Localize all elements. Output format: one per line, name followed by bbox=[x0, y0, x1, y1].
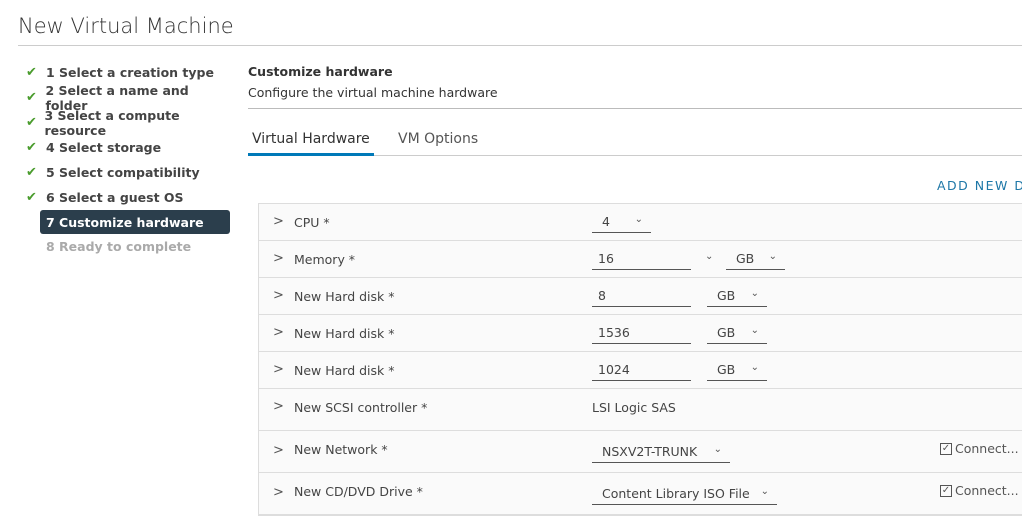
step-3[interactable]: ✔ 3 Select a compute resource bbox=[26, 107, 230, 138]
disk-size-input[interactable]: 1536 bbox=[592, 325, 691, 344]
network-select[interactable]: NSXV2T-TRUNK ⌄ bbox=[592, 444, 730, 463]
step-8: 8 Ready to complete bbox=[26, 234, 230, 259]
disk-size-input[interactable]: 8 bbox=[592, 288, 691, 307]
row-network: > New Network * NSXV2T-TRUNK ⌄ ✓ Connect..… bbox=[259, 431, 1022, 473]
step-label: 8 Ready to complete bbox=[46, 239, 192, 254]
row-memory: > Memory * 16 ⌄ GB ⌄ bbox=[259, 241, 1022, 278]
add-new-device-button[interactable]: ADD NEW D bbox=[937, 178, 1022, 193]
row-hard-disk: > New Hard disk * 1536 GB ⌄ bbox=[259, 315, 1022, 352]
step-4[interactable]: ✔ 4 Select storage bbox=[26, 135, 230, 160]
chevron-right-icon[interactable]: > bbox=[273, 485, 284, 500]
chevron-right-icon[interactable]: > bbox=[273, 251, 284, 266]
step-label: 5 Select compatibility bbox=[46, 165, 200, 180]
scsi-type: LSI Logic SAS bbox=[592, 400, 676, 415]
chevron-down-icon: ⌄ bbox=[750, 325, 759, 336]
check-icon: ✔ bbox=[26, 165, 37, 180]
step-label: 7 Customize hardware bbox=[46, 214, 204, 230]
divider bbox=[18, 45, 1022, 46]
row-label: Memory * bbox=[294, 252, 356, 267]
connect-checkbox[interactable]: ✓ Connect... bbox=[940, 483, 1019, 498]
divider bbox=[248, 108, 1022, 109]
check-icon: ✔ bbox=[26, 140, 37, 155]
row-label: New CD/DVD Drive * bbox=[294, 484, 423, 499]
chevron-right-icon[interactable]: > bbox=[273, 288, 284, 303]
page-title: New Virtual Machine bbox=[18, 14, 234, 38]
row-hard-disk: > New Hard disk * 1024 GB ⌄ bbox=[259, 352, 1022, 389]
checkbox-checked-icon: ✓ bbox=[940, 442, 952, 455]
disk-unit-select[interactable]: GB ⌄ bbox=[707, 325, 767, 344]
row-label: New Hard disk * bbox=[294, 363, 395, 378]
row-hard-disk: > New Hard disk * 8 GB ⌄ bbox=[259, 278, 1022, 315]
chevron-right-icon[interactable]: > bbox=[273, 399, 284, 414]
disk-unit-select[interactable]: GB ⌄ bbox=[707, 288, 767, 307]
chevron-down-icon: ⌄ bbox=[634, 214, 643, 225]
cpu-select[interactable]: 4 ⌄ bbox=[592, 214, 651, 233]
row-label: CPU * bbox=[294, 215, 330, 230]
chevron-right-icon[interactable]: > bbox=[273, 214, 284, 229]
section-title: Customize hardware bbox=[248, 64, 393, 79]
row-cpu: > CPU * 4 ⌄ bbox=[259, 204, 1022, 241]
step-label: 6 Select a guest OS bbox=[46, 190, 184, 205]
chevron-down-icon: ⌄ bbox=[760, 486, 769, 497]
row-label: New Network * bbox=[294, 442, 388, 457]
check-icon: ✔ bbox=[26, 115, 37, 130]
step-label: 4 Select storage bbox=[46, 140, 162, 155]
disk-size-input[interactable]: 1024 bbox=[592, 362, 691, 381]
row-label: New SCSI controller * bbox=[294, 400, 428, 415]
tab-bar: Virtual Hardware VM Options bbox=[248, 128, 1022, 156]
hardware-table: > CPU * 4 ⌄ > Memory * 16 ⌄ GB ⌄ > New Har… bbox=[258, 203, 1022, 516]
tab-virtual-hardware[interactable]: Virtual Hardware bbox=[248, 131, 374, 156]
disk-unit-select[interactable]: GB ⌄ bbox=[707, 362, 767, 381]
chevron-down-icon: ⌄ bbox=[750, 288, 759, 299]
step-5[interactable]: ✔ 5 Select compatibility bbox=[26, 160, 230, 185]
memory-unit-select[interactable]: GB ⌄ bbox=[726, 251, 785, 270]
step-1[interactable]: ✔ 1 Select a creation type bbox=[26, 60, 230, 85]
chevron-down-icon: ⌄ bbox=[713, 444, 722, 455]
chevron-down-icon: ⌄ bbox=[768, 251, 777, 262]
check-icon: ✔ bbox=[26, 190, 37, 205]
step-label: 3 Select a compute resource bbox=[44, 107, 180, 138]
tab-vm-options[interactable]: VM Options bbox=[394, 131, 482, 156]
memory-input[interactable]: 16 bbox=[592, 251, 691, 270]
row-scsi-controller: > New SCSI controller * LSI Logic SAS bbox=[259, 389, 1022, 431]
chevron-right-icon[interactable]: > bbox=[273, 443, 284, 458]
cd-source-select[interactable]: Content Library ISO File ⌄ bbox=[592, 486, 777, 505]
section-subtitle: Configure the virtual machine hardware bbox=[248, 85, 498, 100]
check-icon: ✔ bbox=[26, 90, 37, 105]
check-icon: ✔ bbox=[26, 65, 37, 80]
chevron-right-icon[interactable]: > bbox=[273, 325, 284, 340]
checkbox-checked-icon: ✓ bbox=[940, 484, 952, 497]
row-label: New Hard disk * bbox=[294, 289, 395, 304]
step-2[interactable]: ✔ 2 Select a name and folder bbox=[26, 83, 230, 113]
step-7[interactable]: 7 Customize hardware bbox=[40, 210, 230, 234]
step-label: 1 Select a creation type bbox=[46, 65, 214, 80]
wizard-steps: ✔ 1 Select a creation type ✔ 2 Select a na… bbox=[26, 60, 230, 259]
step-6[interactable]: ✔ 6 Select a guest OS bbox=[26, 185, 230, 210]
connect-checkbox[interactable]: ✓ Connect... bbox=[940, 441, 1019, 456]
row-label: New Hard disk * bbox=[294, 326, 395, 341]
chevron-down-icon: ⌄ bbox=[750, 362, 759, 373]
chevron-right-icon[interactable]: > bbox=[273, 362, 284, 377]
